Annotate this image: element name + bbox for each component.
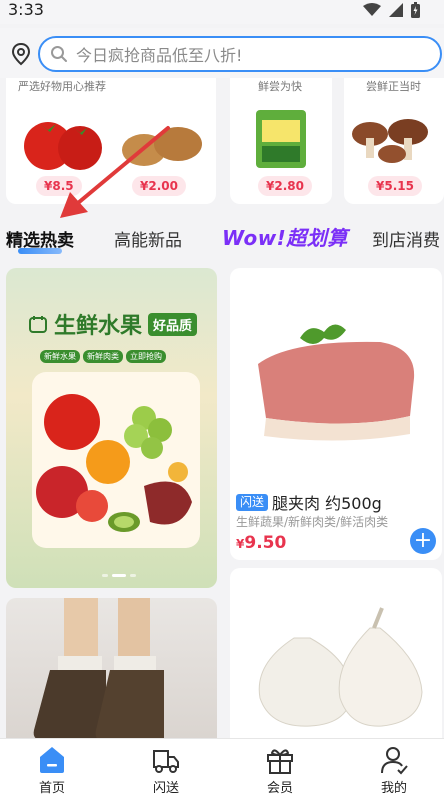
poster-badge: 好品质 [148, 312, 198, 336]
price-tag: ¥2.00 [132, 176, 186, 196]
boots-image [33, 598, 164, 740]
nav-flash-delivery[interactable]: 闪送 [136, 745, 196, 796]
wifi-icon [363, 3, 381, 16]
nav-label: 首页 [38, 781, 65, 796]
fruit-collage [32, 372, 200, 548]
product-card-pork[interactable]: 闪送 腿夹肉 约500g 生鲜蔬果/新鲜肉类/鲜活肉类 ¥9.50 + [230, 268, 442, 560]
product-card-boots[interactable] [6, 598, 217, 758]
status-time: 3:33 [8, 0, 44, 19]
price-tag: ¥8.5 [36, 176, 82, 196]
pork-image [258, 324, 415, 441]
active-tab-indicator [18, 248, 62, 254]
price-tag: ¥5.15 [368, 176, 422, 196]
mushroom-image [352, 119, 428, 163]
carousel-dots [102, 574, 136, 577]
carousel-dot-active [112, 574, 126, 577]
search-icon [51, 46, 67, 62]
recommend-card-3[interactable]: 尝鲜正当时 ¥5.15 [344, 78, 444, 204]
nav-label: 闪送 [152, 781, 179, 796]
garlic-image [258, 607, 423, 727]
top-recommend-cards: 严选好物用心推荐 ¥8.5 ¥2.00 鲜尝为快 ¥2.80 尝鲜正当时 ¥5.… [0, 78, 444, 208]
system-icons [363, 2, 420, 18]
search-input[interactable]: 今日疯抢商品低至八折! [38, 36, 442, 72]
signal-icon [389, 3, 403, 17]
card-subtitle: 严选好物用心推荐 [18, 80, 106, 93]
home-icon [40, 747, 64, 773]
delivery-icon [153, 750, 179, 773]
flash-delivery-badge: 闪送 [236, 493, 269, 511]
bottom-navigation: 首页 闪送 会员 我的 [0, 738, 444, 798]
recommend-card-1[interactable]: 严选好物用心推荐 ¥8.5 ¥2.00 [6, 78, 216, 204]
product-price: ¥9.50 [236, 533, 286, 553]
product-category: 生鲜蔬果/新鲜肉类/鲜活肉类 [236, 515, 389, 529]
poster-tag: 新鲜肉类 [83, 350, 123, 363]
battery-icon [411, 2, 420, 18]
poster-title: 生鲜水果 好品质 [28, 308, 198, 340]
price-value: 9.50 [244, 533, 287, 553]
poster-tags: 新鲜水果 新鲜肉类 立即抢购 [40, 350, 166, 363]
poster-heading: 生鲜水果 [54, 314, 143, 339]
card-subtitle: 鲜尝为快 [258, 80, 302, 93]
tab-wow-deals[interactable]: Wow!超划算 [222, 222, 348, 251]
recommend-card-2[interactable]: 鲜尝为快 ¥2.80 [230, 78, 332, 204]
poster-tag: 立即抢购 [126, 350, 166, 363]
gift-icon [267, 749, 293, 774]
search-row: 今日疯抢商品低至八折! [0, 28, 444, 78]
nav-label: 我的 [380, 781, 407, 796]
seed-packet-image [256, 110, 306, 168]
nav-label: 会员 [266, 781, 293, 796]
category-tabs: 精选热卖 高能新品 Wow!超划算 到店消费 [0, 218, 444, 260]
add-to-cart-button[interactable]: + [410, 528, 436, 554]
promo-poster-card[interactable]: 生鲜水果 好品质 新鲜水果 新鲜肉类 立即抢购 [6, 268, 217, 588]
card-subtitle: 尝鲜正当时 [366, 80, 421, 93]
carousel-dot [130, 574, 136, 577]
calendar-icon [29, 316, 47, 333]
nav-member[interactable]: 会员 [250, 745, 310, 796]
price-tag: ¥2.80 [258, 176, 312, 196]
fruit-image [36, 394, 192, 532]
location-pin-icon[interactable] [10, 42, 32, 66]
status-bar: 3:33 [0, 0, 444, 24]
tab-in-store[interactable]: 到店消费 [372, 226, 440, 251]
search-placeholder: 今日疯抢商品低至八折! [76, 46, 243, 65]
tab-new[interactable]: 高能新品 [114, 226, 182, 251]
tomato-image [24, 122, 102, 170]
carousel-dot [102, 574, 108, 577]
user-icon [381, 747, 408, 775]
product-title: 闪送 腿夹肉 约500g [236, 490, 382, 514]
poster-tag: 新鲜水果 [40, 350, 80, 363]
nav-profile[interactable]: 我的 [364, 745, 424, 796]
product-name: 腿夹肉 约500g [272, 494, 382, 513]
nav-home[interactable]: 首页 [22, 745, 82, 796]
product-card-garlic[interactable] [230, 568, 442, 758]
potato-image [122, 127, 202, 166]
